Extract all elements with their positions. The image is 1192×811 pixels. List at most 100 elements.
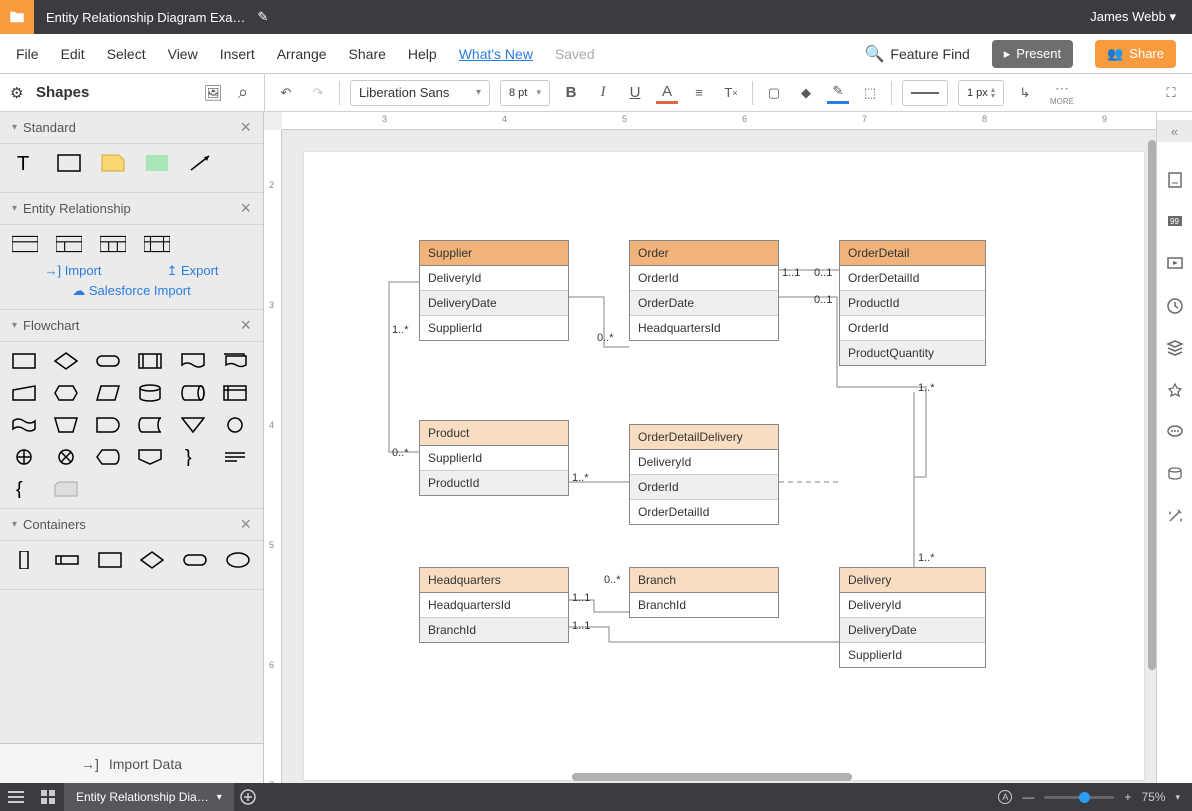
note-shape-icon[interactable] xyxy=(100,154,126,172)
block-shape-icon[interactable] xyxy=(144,154,170,172)
fc-papertape-icon[interactable] xyxy=(12,416,36,434)
underline-icon[interactable]: U xyxy=(624,82,646,104)
canvas[interactable]: 1..* 0..* 0..* 1..* 1..1 0..1 0..1 1..* … xyxy=(282,130,1156,783)
entity-row[interactable]: DeliveryId xyxy=(420,266,568,291)
er-shape-2-icon[interactable] xyxy=(56,235,82,253)
import-data-button[interactable]: →] Import Data xyxy=(0,743,263,783)
fc-manual-op-icon[interactable] xyxy=(54,416,78,434)
entity-row[interactable]: DeliveryDate xyxy=(420,291,568,316)
close-icon[interactable]: × xyxy=(240,117,251,138)
font-size-select[interactable]: 8 pt▾ xyxy=(500,80,550,106)
import-link[interactable]: →] Import xyxy=(44,263,101,279)
scrollbar-v[interactable] xyxy=(1148,140,1156,670)
fc-sum-icon[interactable] xyxy=(54,448,78,466)
entity-row[interactable]: OrderId xyxy=(840,316,985,341)
fc-internal-icon[interactable] xyxy=(223,384,247,402)
entity-row[interactable]: ProductId xyxy=(840,291,985,316)
section-er[interactable]: ▾Entity Relationship× xyxy=(0,193,263,225)
entity-row[interactable]: SupplierId xyxy=(420,316,568,340)
cont-2-icon[interactable] xyxy=(55,551,80,569)
page-tab[interactable]: Entity Relationship Dia…▾ xyxy=(64,783,234,811)
shape-frame-icon[interactable]: ▢ xyxy=(763,82,785,104)
cont-1-icon[interactable] xyxy=(12,551,37,569)
undo-icon[interactable]: ↶ xyxy=(275,82,297,104)
close-icon[interactable]: × xyxy=(240,514,251,535)
present-panel-icon[interactable] xyxy=(1165,254,1185,274)
entity-row[interactable]: HeadquartersId xyxy=(630,316,778,340)
close-icon[interactable]: × xyxy=(240,198,251,219)
menu-help[interactable]: Help xyxy=(408,46,437,62)
more-button[interactable]: ⋯MORE xyxy=(1050,80,1074,106)
entity-row[interactable]: OrderDate xyxy=(630,291,778,316)
export-link[interactable]: ↥ Export xyxy=(166,263,218,279)
line-width-select[interactable]: 1 px▴▾ xyxy=(958,80,1004,106)
fc-rect-icon[interactable] xyxy=(12,352,36,370)
rect-shape-icon[interactable] xyxy=(56,154,82,172)
menu-edit[interactable]: Edit xyxy=(61,46,85,62)
text-color-icon[interactable]: A xyxy=(656,82,678,104)
entity-orderdetail[interactable]: OrderDetail OrderDetailId ProductId Orde… xyxy=(839,240,986,366)
bold-icon[interactable]: B xyxy=(560,82,582,104)
image-icon[interactable]: 🖼 xyxy=(202,82,224,104)
entity-row[interactable]: OrderId xyxy=(630,266,778,291)
entity-row[interactable]: BranchId xyxy=(420,618,568,642)
fc-manual-input-icon[interactable] xyxy=(12,384,36,402)
document-title[interactable]: Entity Relationship Diagram Exa… xyxy=(34,10,257,25)
entity-row[interactable]: DeliveryId xyxy=(630,450,778,475)
menu-view[interactable]: View xyxy=(168,46,198,62)
entity-product[interactable]: Product SupplierId ProductId xyxy=(419,420,569,496)
section-standard[interactable]: ▾Standard× xyxy=(0,112,263,144)
entity-headquarters[interactable]: Headquarters HeadquartersId BranchId xyxy=(419,567,569,643)
fc-database-icon[interactable] xyxy=(138,384,162,402)
outline-icon[interactable] xyxy=(0,790,32,804)
menu-select[interactable]: Select xyxy=(107,46,146,62)
magic-icon[interactable] xyxy=(1165,506,1185,526)
menu-file[interactable]: File xyxy=(16,46,39,62)
entity-row[interactable]: ProductQuantity xyxy=(840,341,985,365)
redo-icon[interactable]: ↷ xyxy=(307,82,329,104)
er-shape-4-icon[interactable] xyxy=(144,235,170,253)
align-icon[interactable]: ≡ xyxy=(688,82,710,104)
folder-icon[interactable] xyxy=(0,0,34,34)
entity-row[interactable]: SupplierId xyxy=(420,446,568,471)
line-style-select[interactable] xyxy=(902,80,948,106)
fc-display-icon[interactable] xyxy=(96,448,120,466)
line-color-icon[interactable]: ✎ xyxy=(827,82,849,104)
fc-merge-icon[interactable] xyxy=(181,416,205,434)
share-button[interactable]: 👥Share xyxy=(1095,40,1176,68)
entity-branch[interactable]: Branch BranchId xyxy=(629,567,779,618)
shape-options-icon[interactable]: ⬚ xyxy=(859,82,881,104)
zoom-in-icon[interactable]: + xyxy=(1124,790,1131,804)
entity-order[interactable]: Order OrderId OrderDate HeadquartersId xyxy=(629,240,779,341)
entity-supplier[interactable]: Supplier DeliveryId DeliveryDate Supplie… xyxy=(419,240,569,341)
add-page-icon[interactable] xyxy=(234,789,262,805)
zoom-out-icon[interactable]: — xyxy=(1022,790,1034,804)
entity-row[interactable]: HeadquartersId xyxy=(420,593,568,618)
menu-share[interactable]: Share xyxy=(349,46,386,62)
feature-find[interactable]: 🔍 Feature Find xyxy=(864,44,969,64)
fullscreen-icon[interactable]: ⛶ xyxy=(1160,82,1182,104)
text-shape-icon[interactable]: T xyxy=(12,154,38,172)
er-shape-3-icon[interactable] xyxy=(100,235,126,253)
entity-row[interactable]: OrderId xyxy=(630,475,778,500)
entity-row[interactable]: ProductId xyxy=(420,471,568,495)
entity-orderdetaildelivery[interactable]: OrderDetailDelivery DeliveryId OrderId O… xyxy=(629,424,779,525)
history-icon[interactable] xyxy=(1165,296,1185,316)
fc-or-icon[interactable] xyxy=(12,448,36,466)
entity-row[interactable]: OrderDetailId xyxy=(630,500,778,524)
fc-connector-icon[interactable] xyxy=(223,416,247,434)
section-flowchart[interactable]: ▾Flowchart× xyxy=(0,310,263,342)
fc-multidoc-icon[interactable] xyxy=(223,352,247,370)
zoom-level[interactable]: 75% xyxy=(1141,790,1165,804)
fill-icon[interactable]: ◆ xyxy=(795,82,817,104)
scrollbar-h[interactable] xyxy=(572,773,852,781)
pencil-icon[interactable]: ✎ xyxy=(257,9,273,25)
cont-6-icon[interactable] xyxy=(226,551,251,569)
cont-5-icon[interactable] xyxy=(183,551,208,569)
fc-predef-icon[interactable] xyxy=(138,352,162,370)
menu-whats-new[interactable]: What's New xyxy=(459,46,533,62)
fc-directdata-icon[interactable] xyxy=(181,384,205,402)
page-settings-icon[interactable] xyxy=(1165,170,1185,190)
gear-icon[interactable]: ⚙ xyxy=(10,84,28,102)
entity-delivery[interactable]: Delivery DeliveryId DeliveryDate Supplie… xyxy=(839,567,986,668)
